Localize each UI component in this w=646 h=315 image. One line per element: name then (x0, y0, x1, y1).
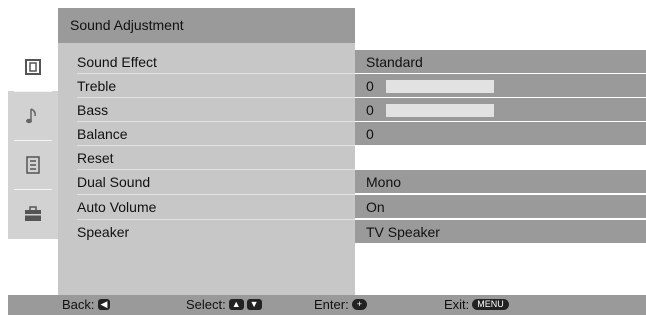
category-sidebar (8, 43, 58, 239)
row-value-box: Mono (355, 170, 646, 193)
footer-select: Select: ▲ ▼ (186, 297, 262, 312)
row-label: Balance (77, 126, 128, 142)
footer-back: Back: ◀ (62, 297, 111, 312)
row-label: Speaker (77, 224, 130, 240)
row-label: Reset (77, 150, 114, 166)
menu-row-treble[interactable]: Treble 0 (58, 74, 646, 97)
features-icon (26, 156, 40, 174)
down-arrow-icon: ▼ (246, 299, 262, 310)
sidebar-item-setup[interactable] (8, 190, 58, 238)
enter-icon: + (351, 299, 367, 310)
menu-row-bass[interactable]: Bass 0 (58, 98, 646, 121)
footer-select-label: Select: (186, 297, 226, 312)
row-value: TV Speaker (366, 224, 440, 240)
row-value-box (355, 146, 646, 169)
row-label: Treble (77, 78, 117, 94)
row-value-box: Standard (355, 50, 646, 73)
menu-key-icon: MENU (472, 299, 509, 310)
sidebar-item-picture[interactable] (8, 43, 58, 91)
row-value-box: On (355, 195, 646, 218)
row-value: 0 (366, 102, 374, 118)
menu-row-sound-effect[interactable]: Sound Effect Standard (58, 50, 646, 73)
row-value: Standard (366, 54, 423, 70)
menu-row-reset[interactable]: Reset (58, 146, 646, 169)
page-title: Sound Adjustment (70, 17, 184, 33)
menu-row-speaker[interactable]: Speaker TV Speaker (58, 220, 646, 243)
row-value: 0 (366, 126, 374, 142)
row-label: Dual Sound (77, 174, 151, 190)
footer-exit: Exit: MENU (444, 297, 509, 312)
music-note-icon (26, 108, 36, 124)
footer-enter: Enter: + (314, 297, 367, 312)
footer-back-label: Back: (62, 297, 95, 312)
row-value: 0 (366, 78, 374, 94)
footer-exit-label: Exit: (444, 297, 470, 312)
row-value-box: 0 (355, 98, 646, 121)
sidebar-item-features[interactable] (8, 141, 58, 189)
row-value: Mono (366, 174, 402, 190)
row-label: Sound Effect (77, 54, 157, 70)
row-value-box: 0 (355, 122, 646, 145)
menu-row-balance[interactable]: Balance 0 (58, 122, 646, 145)
menu-row-auto-volume[interactable]: Auto Volume On (58, 195, 646, 218)
treble-level-bar[interactable] (385, 79, 495, 94)
button-guide-bar: Back: ◀ Select: ▲ ▼ Enter: + Exit: MENU (8, 295, 646, 315)
row-label: Auto Volume (77, 199, 157, 215)
menu-row-dual-sound[interactable]: Dual Sound Mono (58, 170, 646, 193)
bass-level-bar[interactable] (385, 103, 495, 118)
sidebar-item-sound[interactable] (8, 92, 58, 140)
footer-enter-label: Enter: (314, 297, 349, 312)
up-arrow-icon: ▲ (228, 299, 244, 310)
row-value-box: 0 (355, 74, 646, 97)
row-label: Bass (77, 102, 109, 118)
row-value: On (366, 199, 385, 215)
setup-toolbox-icon (25, 206, 41, 221)
left-arrow-icon: ◀ (97, 299, 111, 310)
picture-icon (25, 59, 41, 75)
row-value-box: TV Speaker (355, 220, 646, 243)
menu-header: Sound Adjustment (58, 8, 355, 43)
